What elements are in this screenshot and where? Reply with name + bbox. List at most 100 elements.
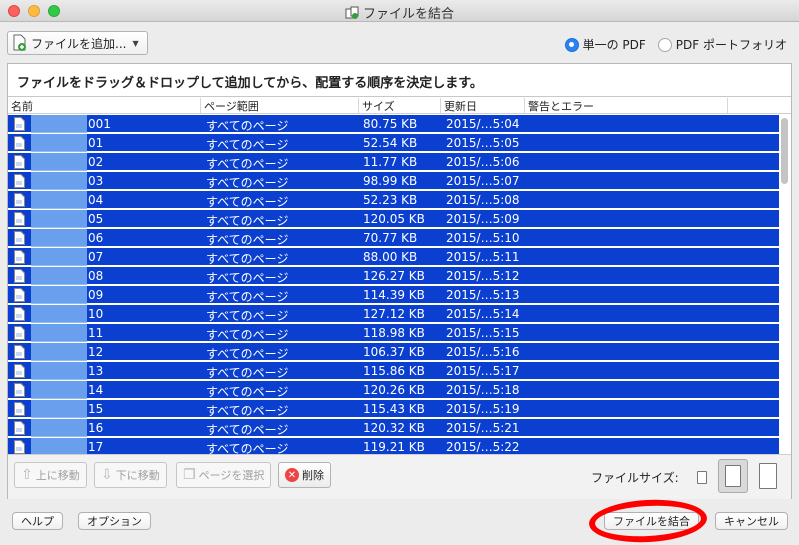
table-row[interactable]: 14 すべてのページ 120.26 KB 2015/…5:18 [8, 381, 779, 399]
cell-name: 01 [88, 136, 104, 150]
table-row[interactable]: 01 すべてのページ 52.54 KB 2015/…5:05 [8, 134, 779, 152]
table-row[interactable]: 001 すべてのページ 80.75 KB 2015/…5:04 [8, 115, 779, 133]
table-row[interactable]: 07 すべてのページ 88.00 KB 2015/…5:11 [8, 248, 779, 266]
options-button[interactable]: オプション [78, 512, 151, 530]
redacted-filename [31, 267, 87, 285]
cell-date: 2015/…5:06 [446, 155, 520, 169]
cell-size: 115.86 KB [363, 364, 425, 378]
table-row[interactable]: 15 すべてのページ 115.43 KB 2015/…5:19 [8, 400, 779, 418]
document-icon [14, 383, 25, 397]
column-header-page-range[interactable]: ページ範囲 [201, 98, 359, 113]
cell-size: 52.54 KB [363, 136, 418, 150]
table-row[interactable]: 05 すべてのページ 120.05 KB 2015/…5:09 [8, 210, 779, 228]
cell-name: 10 [88, 307, 104, 321]
table-row[interactable]: 09 すべてのページ 114.39 KB 2015/…5:13 [8, 286, 779, 304]
redacted-filename [31, 172, 87, 190]
cell-size: 118.98 KB [363, 326, 425, 340]
table-row[interactable]: 13 すべてのページ 115.86 KB 2015/…5:17 [8, 362, 779, 380]
arrow-up-icon: ⇧ [21, 467, 33, 483]
cell-name: 12 [88, 345, 104, 359]
cell-range: すべてのページ [206, 233, 289, 247]
table-row[interactable]: 16 すべてのページ 120.32 KB 2015/…5:21 [8, 419, 779, 437]
vertical-scrollbar[interactable] [781, 118, 788, 184]
cell-range: すべてのページ [206, 157, 289, 171]
file-size-label: ファイルサイズ: [591, 471, 679, 485]
cell-range: すべてのページ [206, 138, 289, 152]
file-size-medium-button[interactable] [718, 459, 748, 493]
select-pages-label: ページを選択 [198, 469, 265, 482]
redacted-filename [31, 134, 87, 152]
move-down-button[interactable]: ⇩ 下に移動 [94, 462, 167, 488]
table-row[interactable]: 04 すべてのページ 52.23 KB 2015/…5:08 [8, 191, 779, 209]
column-header-modified[interactable]: 更新日 [441, 98, 525, 113]
cell-size: 106.37 KB [363, 345, 425, 359]
cell-name: 17 [88, 440, 104, 454]
table-row[interactable]: 06 すべてのページ 70.77 KB 2015/…5:10 [8, 229, 779, 247]
cell-size: 120.26 KB [363, 383, 425, 397]
document-icon [14, 155, 25, 169]
cell-size: 80.75 KB [363, 117, 418, 131]
delete-button[interactable]: ✕ 削除 [278, 462, 331, 488]
document-icon [14, 174, 25, 188]
cell-range: すべてのページ [206, 385, 289, 399]
cell-size: 11.77 KB [363, 155, 418, 169]
select-pages-button[interactable]: ❐ ページを選択 [176, 462, 272, 488]
large-page-icon [759, 463, 777, 489]
document-icon [14, 212, 25, 226]
cell-name: 001 [88, 117, 111, 131]
redacted-filename [31, 115, 87, 133]
cell-date: 2015/…5:16 [446, 345, 520, 359]
document-icon [14, 421, 25, 435]
cell-size: 52.23 KB [363, 193, 418, 207]
delete-icon: ✕ [285, 468, 299, 482]
cell-date: 2015/…5:10 [446, 231, 520, 245]
list-action-bar: ⇧ 上に移動 ⇩ 下に移動 ❐ ページを選択 ✕ 削除 ファイルサイズ: [8, 454, 791, 499]
table-row[interactable]: 08 すべてのページ 126.27 KB 2015/…5:12 [8, 267, 779, 285]
redacted-filename [31, 305, 87, 323]
cell-range: すべてのページ [206, 347, 289, 361]
table-row[interactable]: 02 すべてのページ 11.77 KB 2015/…5:06 [8, 153, 779, 171]
move-up-button[interactable]: ⇧ 上に移動 [14, 462, 87, 488]
redacted-filename [31, 400, 87, 418]
move-down-label: 下に移動 [115, 469, 160, 482]
column-header-size[interactable]: サイズ [359, 98, 441, 113]
redacted-filename [31, 381, 87, 399]
file-size-large-button[interactable] [753, 459, 783, 493]
column-header-name[interactable]: 名前 [8, 98, 201, 113]
cell-range: すべてのページ [206, 423, 289, 437]
help-button[interactable]: ヘルプ [12, 512, 63, 530]
table-row[interactable]: 17 すべてのページ 119.21 KB 2015/…5:22 [8, 438, 779, 454]
column-header-warnings[interactable]: 警告とエラー [525, 98, 728, 113]
redacted-filename [31, 210, 87, 228]
radio-pdf-portfolio[interactable]: PDF ポートフォリオ [657, 36, 787, 53]
add-files-button[interactable]: ファイルを追加... ▼ [7, 31, 148, 55]
cell-date: 2015/…5:07 [446, 174, 520, 188]
table-row[interactable]: 12 すべてのページ 106.37 KB 2015/…5:16 [8, 343, 779, 361]
document-icon [14, 402, 25, 416]
file-size-small-button[interactable] [691, 463, 713, 491]
radio-portfolio-label: PDF ポートフォリオ [675, 38, 787, 52]
cell-date: 2015/…5:15 [446, 326, 520, 340]
radio-single-indicator[interactable] [564, 37, 579, 52]
document-icon [14, 440, 25, 454]
redacted-filename [31, 419, 87, 437]
cell-size: 119.21 KB [363, 440, 425, 454]
radio-portfolio-indicator[interactable] [657, 37, 672, 52]
table-row[interactable]: 10 すべてのページ 127.12 KB 2015/…5:14 [8, 305, 779, 323]
cell-date: 2015/…5:12 [446, 269, 520, 283]
cell-range: すべてのページ [206, 119, 289, 133]
radio-single-pdf[interactable]: 単一の PDF [564, 36, 646, 53]
cell-size: 126.27 KB [363, 269, 425, 283]
table-row[interactable]: 11 すべてのページ 118.98 KB 2015/…5:15 [8, 324, 779, 342]
cell-name: 11 [88, 326, 104, 340]
cell-name: 14 [88, 383, 104, 397]
cell-date: 2015/…5:09 [446, 212, 520, 226]
chevron-down-icon: ▼ [132, 38, 139, 48]
cancel-button[interactable]: キャンセル [715, 512, 788, 530]
table-row[interactable]: 03 すべてのページ 98.99 KB 2015/…5:07 [8, 172, 779, 190]
cell-date: 2015/…5:17 [446, 364, 520, 378]
cell-name: 02 [88, 155, 104, 169]
cell-date: 2015/…5:19 [446, 402, 520, 416]
small-page-icon [697, 471, 707, 484]
cell-size: 127.12 KB [363, 307, 425, 321]
